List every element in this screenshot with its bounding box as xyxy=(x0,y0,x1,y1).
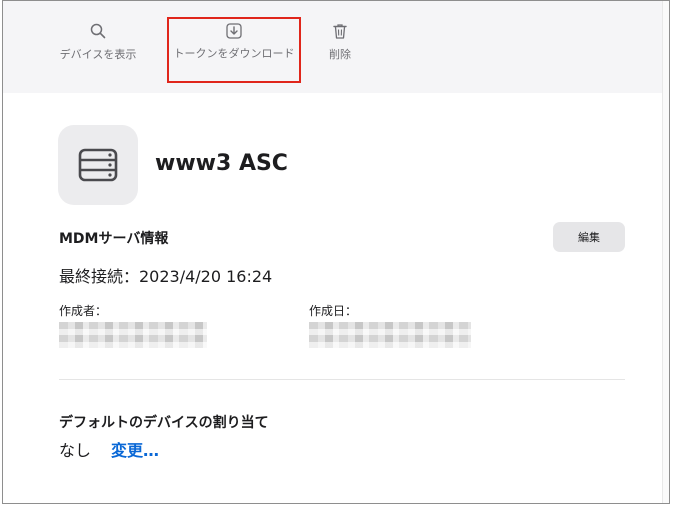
server-name: www3 ASC xyxy=(155,151,288,176)
window-right-edge xyxy=(662,1,669,503)
delete-button[interactable]: 削除 xyxy=(315,23,365,62)
view-devices-button[interactable]: デバイスを表示 xyxy=(53,23,143,62)
view-devices-label: デバイスを表示 xyxy=(59,48,137,61)
server-icon-tile xyxy=(58,125,138,205)
server-icon xyxy=(78,148,118,182)
window: デバイスを表示 トークンをダウンロード 削除 www3 ASC MDMサーバ情報… xyxy=(2,0,670,504)
delete-label: 削除 xyxy=(329,48,351,61)
search-icon xyxy=(90,23,106,39)
download-highlight-box xyxy=(167,17,301,83)
created-date-value-redacted xyxy=(309,322,471,348)
default-assignment-title: デフォルトのデバイスの割り当て xyxy=(59,415,269,431)
creator-value-redacted xyxy=(59,322,207,348)
divider xyxy=(59,379,625,380)
toolbar: デバイスを表示 トークンをダウンロード 削除 xyxy=(3,1,669,93)
mdm-info-title: MDMサーバ情報 xyxy=(59,231,169,247)
creator-label: 作成者： xyxy=(59,304,108,318)
default-assignment-value: なし xyxy=(59,441,92,460)
edit-button[interactable]: 編集 xyxy=(553,222,625,252)
change-assignment-link[interactable]: 変更… xyxy=(111,437,159,461)
last-contact: 最終接続：2023/4/20 16:24 xyxy=(59,267,273,286)
created-date-label: 作成日： xyxy=(309,304,358,318)
trash-icon xyxy=(333,24,347,39)
